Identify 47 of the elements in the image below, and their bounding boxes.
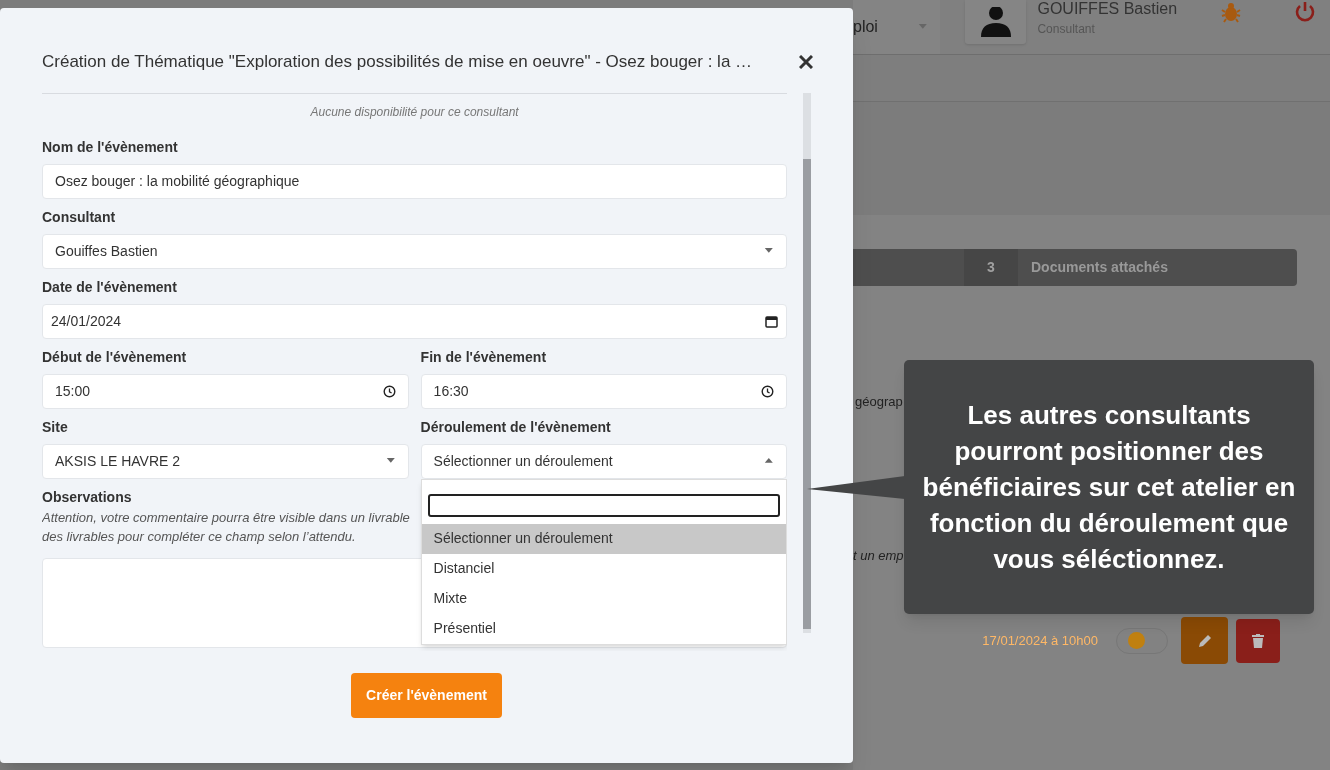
caret-icon	[764, 248, 775, 254]
tab-count: 3	[964, 249, 1018, 286]
field-label: Nom de l'évènement	[42, 138, 178, 156]
date-field[interactable]: 24/01/2024	[42, 303, 788, 339]
field-label: Site	[42, 418, 68, 436]
tooltip-text: Les autres consultants pourront positionner des bénéficiaires sur cet atelier en fonction du déroulement que vous séléctionnez.	[921, 399, 1297, 576]
text-fragment: t un emp	[853, 546, 904, 565]
scrollbar[interactable]	[803, 92, 811, 633]
field-hint: Attention, votre commentaire pourra être visible dans un livrable des livrables pour compléter ce champ selon l’attendu.	[42, 508, 411, 546]
trash-icon	[1252, 633, 1264, 648]
bug-icon[interactable]	[1220, 1, 1242, 23]
user-name: GOUIFFES Bastien	[1037, 0, 1179, 18]
caret-icon	[764, 458, 775, 464]
select-field[interactable]: Sélectionner un déroulement	[420, 443, 788, 479]
dropdown-option[interactable]: Présentiel	[421, 613, 787, 644]
delete-button[interactable]	[1236, 618, 1280, 663]
text-field[interactable]: Osez bouger : la mobilité géographique	[42, 163, 788, 199]
field-label: Date de l'évènement	[42, 278, 177, 296]
select-field[interactable]: Gouiffes Bastien	[42, 233, 788, 269]
select-field[interactable]: AKSIS LE HAVRE 2	[42, 443, 409, 479]
field-label: Consultant	[42, 208, 116, 226]
dropdown-option[interactable]: Mixte	[421, 583, 787, 614]
field-label: Fin de l'évènement	[420, 348, 547, 366]
notice-text: Aucune disponibilité pour ce consultant	[309, 103, 520, 121]
power-icon[interactable]	[1294, 1, 1316, 23]
caret-icon	[917, 24, 928, 30]
event-date: 17/01/2024 à 10h00	[982, 631, 1098, 650]
text-fragment: géograp	[855, 393, 903, 411]
toggle-switch[interactable]	[1116, 627, 1168, 654]
calendar-icon	[765, 314, 779, 328]
close-icon[interactable]	[799, 54, 813, 69]
field-label: Observations	[42, 488, 132, 506]
time-field[interactable]: 16:30	[420, 373, 788, 409]
field-label: Début de l'évènement	[42, 348, 187, 366]
clock-icon	[382, 384, 396, 398]
edit-button[interactable]	[1181, 617, 1228, 664]
dropdown-text: ploi	[853, 17, 878, 37]
user-icon	[979, 7, 1012, 37]
field-label: Déroulement de l'évènement	[420, 418, 611, 436]
caret-icon	[385, 458, 396, 464]
time-field[interactable]: 15:00	[42, 373, 409, 409]
search-field[interactable]	[427, 494, 781, 517]
modal-title: Création de Thématique "Exploration des possibilités de mise en oeuvre" - Osez bouger : la …	[42, 51, 753, 73]
pencil-icon	[1197, 633, 1212, 648]
clock-icon	[761, 384, 775, 398]
dropdown-option[interactable]: Sélectionner un déroulement	[421, 523, 787, 554]
dropdown-option[interactable]: Distanciel	[421, 553, 787, 584]
